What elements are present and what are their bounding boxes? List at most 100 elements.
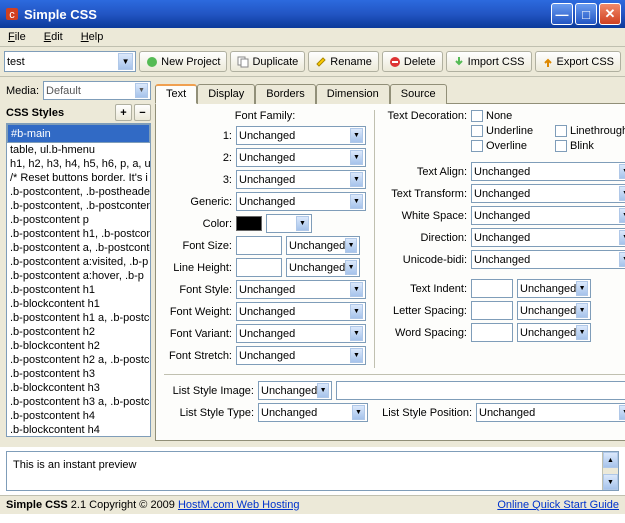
rename-button[interactable]: Rename: [308, 51, 379, 72]
ff1-label: 1:: [164, 130, 232, 142]
line-height-unit-select[interactable]: Unchanged▼: [286, 258, 360, 277]
linethrough-checkbox[interactable]: Linethrough: [555, 125, 625, 137]
tab-source[interactable]: Source: [390, 84, 447, 104]
divider: [374, 110, 375, 368]
chevron-down-icon: ▼: [135, 83, 148, 98]
menu-help[interactable]: Help: [77, 30, 108, 44]
new-project-button[interactable]: New Project: [139, 51, 227, 72]
letter-spacing-unit-select[interactable]: Unchanged▼: [517, 301, 591, 320]
quick-start-link[interactable]: Online Quick Start Guide: [497, 499, 619, 511]
font-family-2-select[interactable]: Unchanged▼: [236, 148, 366, 167]
list-item[interactable]: table, ul.b-hmenu: [7, 143, 150, 157]
scrollbar[interactable]: ▲ ▼: [602, 452, 618, 490]
underline-checkbox[interactable]: Underline: [471, 125, 551, 137]
export-icon: [542, 56, 554, 68]
project-select[interactable]: test ▼: [4, 51, 136, 72]
unicode-bidi-select[interactable]: Unchanged▼: [471, 250, 625, 269]
list-item[interactable]: .b-postcontent h1 a, .b-postco: [7, 311, 150, 325]
maximize-button[interactable]: □: [575, 3, 597, 25]
text-align-select[interactable]: Unchanged▼: [471, 162, 625, 181]
direction-label: Direction:: [383, 232, 467, 244]
chevron-down-icon: ▼: [350, 150, 363, 165]
app-icon: c: [4, 6, 20, 22]
blink-checkbox[interactable]: Blink: [555, 140, 625, 152]
font-weight-select[interactable]: Unchanged▼: [236, 302, 366, 321]
list-item[interactable]: .b-postcontent, .b-postheader: [7, 185, 150, 199]
word-spacing-unit-select[interactable]: Unchanged▼: [517, 323, 591, 342]
chevron-down-icon: ▼: [350, 348, 363, 363]
list-item[interactable]: .b-blockcontent h2: [7, 339, 150, 353]
duplicate-button[interactable]: Duplicate: [230, 51, 305, 72]
list-item[interactable]: .b-postcontent p: [7, 213, 150, 227]
tab-borders[interactable]: Borders: [255, 84, 316, 104]
letter-spacing-input[interactable]: [471, 301, 513, 320]
scroll-down-icon[interactable]: ▼: [603, 474, 618, 490]
chevron-down-icon: ▼: [619, 405, 625, 420]
status-version: 2.1 Copyright © 2009: [68, 499, 178, 511]
color-select[interactable]: ▼: [266, 214, 312, 233]
list-item[interactable]: .b-postcontent h2: [7, 325, 150, 339]
color-swatch[interactable]: [236, 216, 262, 231]
list-item[interactable]: .b-blockcontent h3: [7, 381, 150, 395]
list-style-position-select[interactable]: Unchanged▼: [476, 403, 625, 422]
generic-select[interactable]: Unchanged▼: [236, 192, 366, 211]
word-spacing-input[interactable]: [471, 323, 513, 342]
list-item[interactable]: .b-postcontent h3 a, .b-postco: [7, 395, 150, 409]
list-item[interactable]: #b-main: [7, 124, 150, 143]
export-css-button[interactable]: Export CSS: [535, 51, 621, 72]
list-item[interactable]: .b-postcontent h4: [7, 409, 150, 423]
chevron-down-icon: ▼: [345, 238, 357, 253]
font-size-input[interactable]: [236, 236, 282, 255]
list-item[interactable]: .b-postcontent h1, .b-postcont: [7, 227, 150, 241]
menu-file[interactable]: File: [4, 30, 30, 44]
font-stretch-select[interactable]: Unchanged▼: [236, 346, 366, 365]
none-checkbox[interactable]: None: [471, 110, 551, 122]
close-button[interactable]: ✕: [599, 3, 621, 25]
tab-display[interactable]: Display: [197, 84, 255, 104]
direction-select[interactable]: Unchanged▼: [471, 228, 625, 247]
white-space-label: White Space:: [383, 210, 467, 222]
font-style-select[interactable]: Unchanged▼: [236, 280, 366, 299]
font-family-1-select[interactable]: Unchanged▼: [236, 126, 366, 145]
list-item[interactable]: .b-postcontent a:hover, .b-p: [7, 269, 150, 283]
delete-button[interactable]: Delete: [382, 51, 443, 72]
list-item[interactable]: .b-postcontent h3: [7, 367, 150, 381]
overline-checkbox[interactable]: Overline: [471, 140, 551, 152]
list-item[interactable]: .b-postcontent h2 a, .b-postco: [7, 353, 150, 367]
font-style-label: Font Style:: [164, 284, 232, 296]
line-height-input[interactable]: [236, 258, 282, 277]
add-style-button[interactable]: +: [115, 104, 132, 121]
list-item[interactable]: /* Reset buttons border. It's i: [7, 171, 150, 185]
list-item[interactable]: h1, h2, h3, h4, h5, h6, p, a, ul: [7, 157, 150, 171]
menu-edit[interactable]: Edit: [40, 30, 67, 44]
font-family-3-select[interactable]: Unchanged▼: [236, 170, 366, 189]
tab-dimension[interactable]: Dimension: [316, 84, 390, 104]
list-item[interactable]: .b-postcontent a, .b-postconte: [7, 241, 150, 255]
media-select[interactable]: Default ▼: [43, 81, 151, 100]
list-item[interactable]: .b-blockcontent h1: [7, 297, 150, 311]
tab-text[interactable]: Text: [155, 84, 197, 104]
import-css-button[interactable]: Import CSS: [446, 51, 532, 72]
list-item[interactable]: .b-blockcontent h4: [7, 423, 150, 437]
text-transform-select[interactable]: Unchanged▼: [471, 184, 625, 203]
text-indent-input[interactable]: [471, 279, 513, 298]
sidebar: Media: Default ▼ CSS Styles + − #b-main …: [0, 77, 155, 447]
list-style-type-select[interactable]: Unchanged▼: [258, 403, 368, 422]
font-size-unit-select[interactable]: Unchanged▼: [286, 236, 360, 255]
scroll-up-icon[interactable]: ▲: [603, 452, 618, 468]
list-style-image-input[interactable]: [336, 381, 625, 400]
chevron-down-icon: ▼: [345, 260, 357, 275]
list-style-image-select[interactable]: Unchanged▼: [258, 381, 332, 400]
hostm-link[interactable]: HostM.com Web Hosting: [178, 499, 299, 511]
font-variant-select[interactable]: Unchanged▼: [236, 324, 366, 343]
list-item[interactable]: .b-postcontent h1: [7, 283, 150, 297]
list-item[interactable]: .b-postcontent, .b-postcontent: [7, 199, 150, 213]
text-indent-unit-select[interactable]: Unchanged▼: [517, 279, 591, 298]
remove-style-button[interactable]: −: [134, 104, 151, 121]
titlebar: c Simple CSS — □ ✕: [0, 0, 625, 28]
css-styles-list[interactable]: #b-main table, ul.b-hmenu h1, h2, h3, h4…: [6, 123, 151, 437]
white-space-select[interactable]: Unchanged▼: [471, 206, 625, 225]
text-indent-label: Text Indent:: [383, 283, 467, 295]
list-item[interactable]: .b-postcontent a:visited, .b-p: [7, 255, 150, 269]
minimize-button[interactable]: —: [551, 3, 573, 25]
